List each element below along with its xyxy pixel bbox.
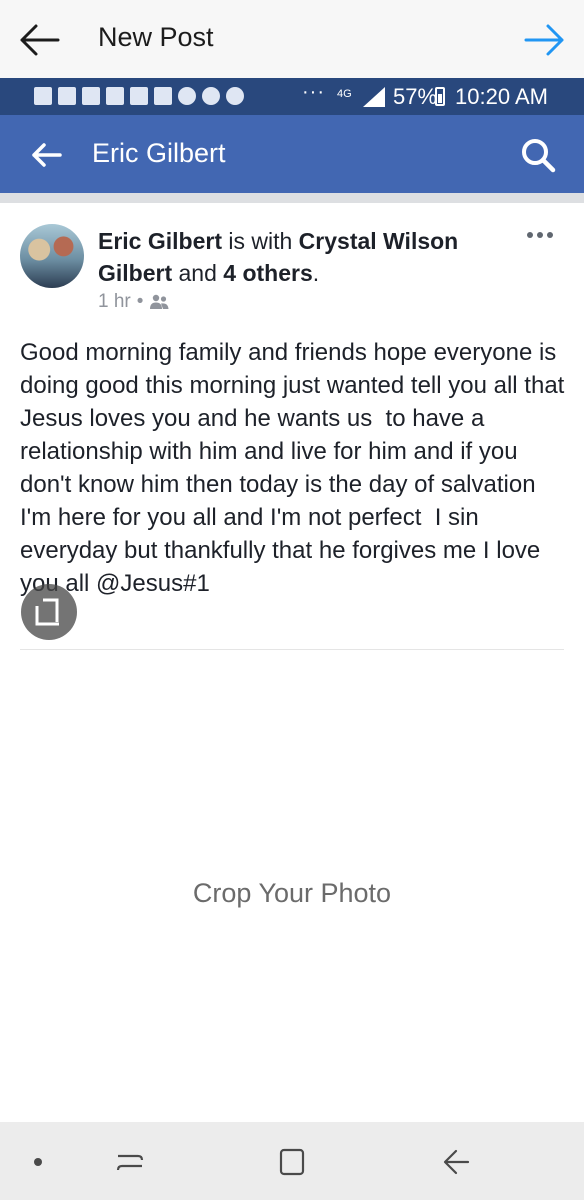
app-top-bar: New Post xyxy=(0,0,584,79)
page-title: New Post xyxy=(98,22,214,52)
message-notification-icon xyxy=(106,87,124,105)
recent-apps-icon[interactable] xyxy=(110,1142,150,1182)
battery-icon xyxy=(435,87,445,106)
post-divider xyxy=(20,649,564,650)
facebook-header: Eric Gilbert xyxy=(0,115,584,193)
period: . xyxy=(312,260,320,286)
more-notifications-indicator: ··· xyxy=(302,81,325,103)
post-text: Good morning family and friends hope eve… xyxy=(20,339,572,597)
divider xyxy=(0,193,584,203)
mail-icon xyxy=(154,87,172,105)
chrome-icon xyxy=(178,87,196,105)
svg-text:4G: 4G xyxy=(337,88,352,100)
chrome-icon xyxy=(226,87,244,105)
next-arrow-icon[interactable] xyxy=(524,22,566,58)
profile-name: Eric Gilbert xyxy=(92,138,226,168)
signal-icon: 4G xyxy=(337,87,385,107)
facebook-notification-icon xyxy=(58,87,76,105)
dot-icon[interactable] xyxy=(18,1142,58,1182)
bullet: • xyxy=(136,291,144,312)
search-icon xyxy=(522,139,556,173)
notification-icons xyxy=(34,87,244,107)
friends-audience-icon xyxy=(150,294,169,309)
post-card: Eric Gilbert is with Crystal Wilson Gilb… xyxy=(0,203,584,650)
battery-percentage: 57% xyxy=(393,84,438,109)
status-bar: ··· 4G 57% 10:20 AM xyxy=(0,78,584,115)
message-notification-icon xyxy=(82,87,100,105)
back-icon[interactable] xyxy=(436,1142,476,1182)
with-text: is with xyxy=(221,228,299,254)
crop-corner-icon xyxy=(35,598,59,626)
post-author-line: Eric Gilbert is with Crystal Wilson Gilb… xyxy=(98,225,518,289)
more-options-icon xyxy=(527,232,553,238)
author-name: Eric Gilbert xyxy=(98,228,222,254)
chrome-icon xyxy=(202,87,220,105)
bible-app-icon xyxy=(130,87,148,105)
screenshot-preview[interactable]: ··· 4G 57% 10:20 AM Eric Gilbert Eric Gi… xyxy=(0,78,584,650)
post-time: 1 hr xyxy=(98,291,131,312)
clock: 10:20 AM xyxy=(455,84,548,109)
home-icon[interactable] xyxy=(272,1142,312,1182)
facebook-notification-icon xyxy=(34,87,52,105)
system-nav-bar xyxy=(0,1122,584,1200)
and-text: and xyxy=(172,260,224,286)
post-meta: 1 hr • xyxy=(98,291,169,313)
crop-handle[interactable] xyxy=(21,584,77,640)
back-arrow-icon[interactable] xyxy=(18,22,60,58)
crop-instruction: Crop Your Photo xyxy=(192,878,392,908)
avatar xyxy=(20,224,84,288)
back-arrow-icon xyxy=(32,143,62,167)
tagged-others: 4 others xyxy=(223,260,313,286)
